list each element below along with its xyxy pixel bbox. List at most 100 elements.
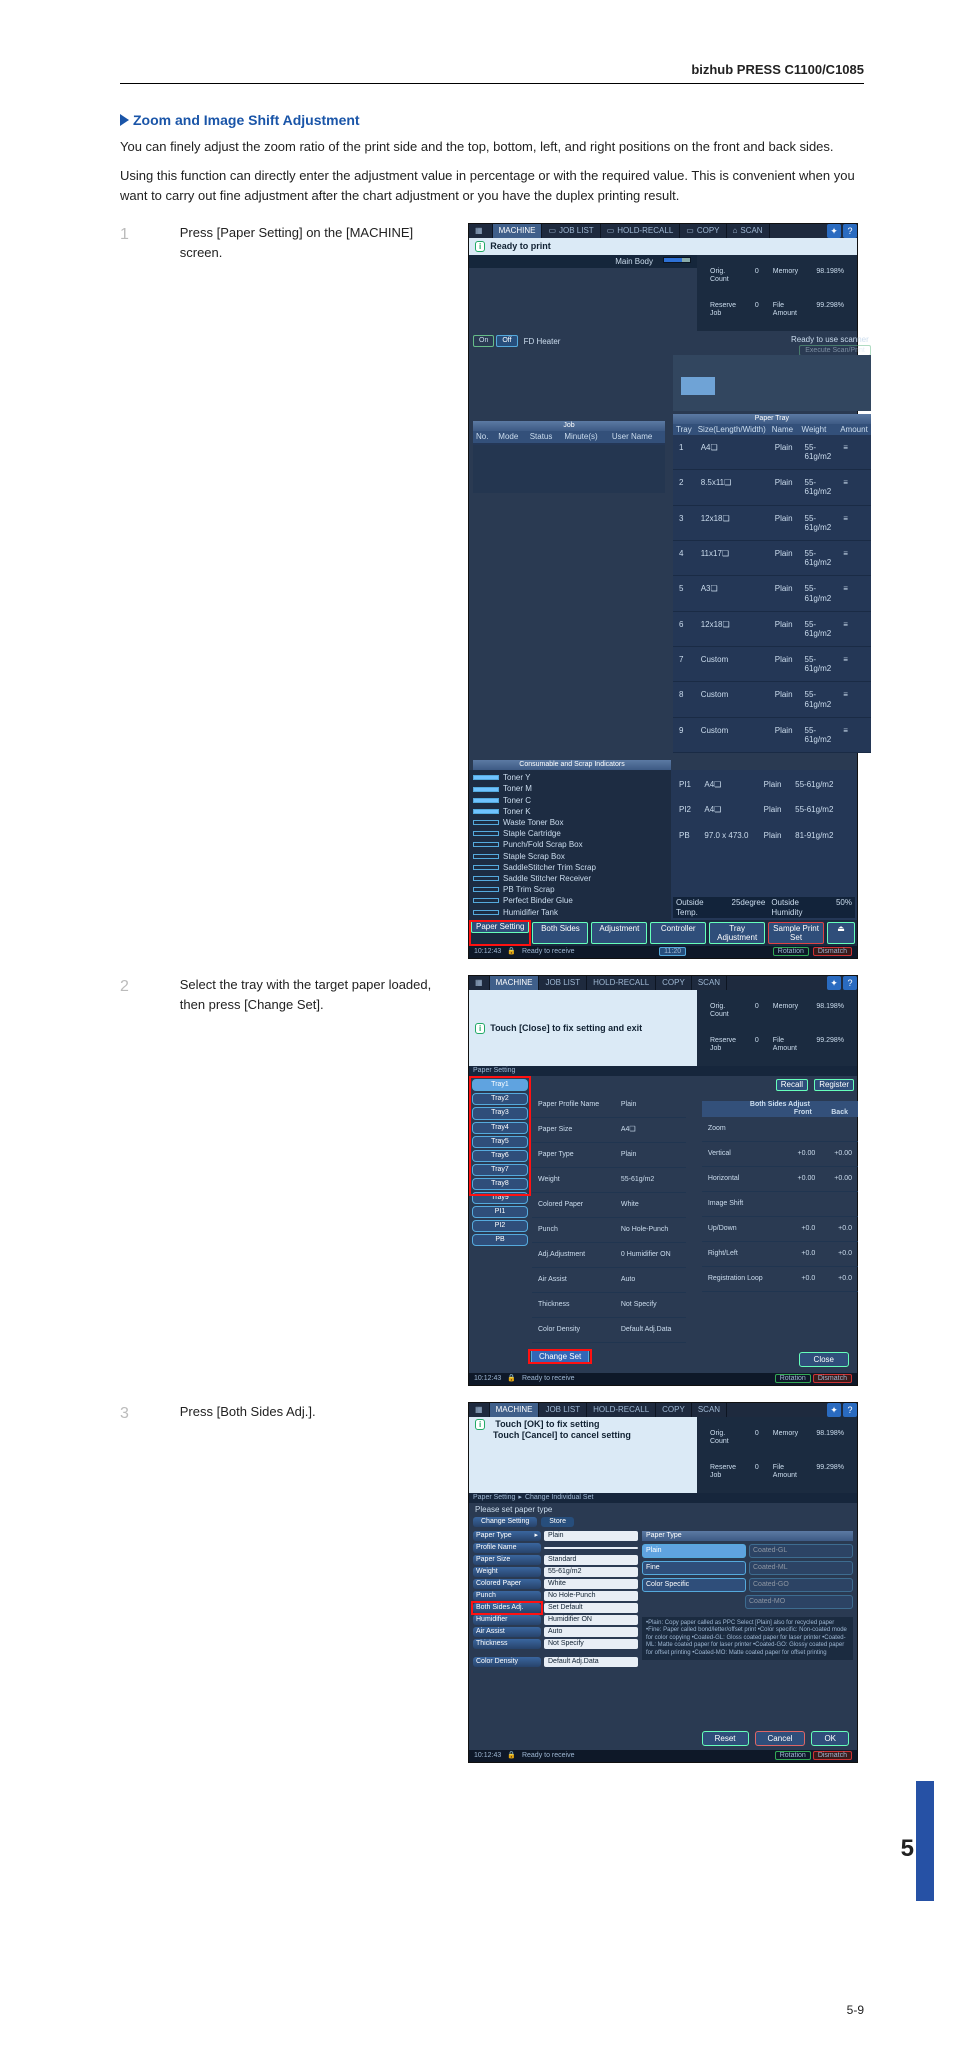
table-row[interactable]: 9CustomPlain55-61g/m2≡ xyxy=(673,717,871,752)
paper-type-option[interactable]: Coated-ML xyxy=(749,1561,853,1575)
eject-button[interactable]: ⏏ xyxy=(827,922,855,944)
tab-copy[interactable]: COPY xyxy=(656,976,692,990)
paper-size-button[interactable]: Paper Size xyxy=(473,1555,541,1565)
tab-joblist[interactable]: JOB LIST xyxy=(539,976,587,990)
apps-icon[interactable]: ▦ xyxy=(469,224,493,238)
access-icon[interactable]: ✦ xyxy=(827,1403,841,1417)
paper-type-option[interactable]: Fine xyxy=(642,1561,746,1575)
paper-type-option[interactable]: Coated-GO xyxy=(749,1578,853,1592)
register-button[interactable]: Register xyxy=(814,1079,854,1090)
tab-joblist[interactable]: ▭JOB LIST xyxy=(542,224,600,238)
weight-button[interactable]: Weight xyxy=(473,1567,541,1577)
tab-copy[interactable]: ▭COPY xyxy=(680,224,726,238)
tab-scan[interactable]: ⌂SCAN xyxy=(727,224,770,238)
breadcrumb: Paper Setting xyxy=(469,1066,857,1076)
close-button[interactable]: Close xyxy=(799,1352,849,1367)
reset-button[interactable]: Reset xyxy=(702,1731,749,1746)
heater-on-button[interactable]: On xyxy=(473,335,494,347)
tray-button[interactable]: Tray9 xyxy=(472,1192,528,1204)
paper-type-option[interactable]: Coated-GL xyxy=(749,1544,853,1558)
supply-label: Toner M xyxy=(503,784,532,793)
adjustment-button[interactable]: Adjustment xyxy=(591,922,647,944)
sample-print-button[interactable]: Sample Print Set xyxy=(768,922,824,944)
l: Orig. Count xyxy=(704,1422,747,1454)
table-row: Right/Left+0.0+0.0 xyxy=(702,1241,858,1266)
table-row[interactable]: 8CustomPlain55-61g/m2≡ xyxy=(673,682,871,717)
tray-button[interactable]: Tray4 xyxy=(472,1122,528,1134)
paper-setting-button[interactable]: Paper Setting xyxy=(471,920,529,933)
l: Memory xyxy=(767,995,809,1027)
tab-copy[interactable]: COPY xyxy=(656,1403,692,1417)
paper-type-option[interactable]: Coated-MO xyxy=(745,1595,853,1609)
tray-button[interactable]: Tray6 xyxy=(472,1150,528,1162)
page-number: 5-9 xyxy=(120,2001,864,2019)
tray-detail: Recall Register Paper Profile NamePlain … xyxy=(532,1079,854,1343)
tab-machine[interactable]: MACHINE xyxy=(490,976,540,990)
tab-recall[interactable]: ▭HOLD-RECALL xyxy=(601,224,681,238)
table-row[interactable]: 7CustomPlain55-61g/m2≡ xyxy=(673,647,871,682)
recall-button[interactable]: Recall xyxy=(776,1079,808,1090)
controller-button[interactable]: Controller xyxy=(650,922,706,944)
tray-button[interactable]: PI1 xyxy=(472,1206,528,1218)
colored-paper-button[interactable]: Colored Paper xyxy=(473,1579,541,1589)
paper-type-option[interactable]: Plain xyxy=(642,1544,746,1558)
color-density-button[interactable]: Color Density xyxy=(473,1657,541,1667)
tab-label: JOB LIST xyxy=(545,978,580,987)
both-sides-adj-button[interactable]: Both Sides Adj. xyxy=(473,1603,541,1613)
access-icon[interactable]: ✦ xyxy=(827,224,841,238)
punch-button[interactable]: Punch xyxy=(473,1591,541,1601)
table-row[interactable]: 5A3❏Plain55-61g/m2≡ xyxy=(673,576,871,611)
table-row[interactable]: 312x18❏Plain55-61g/m2≡ xyxy=(673,505,871,540)
tray-button[interactable]: Tray5 xyxy=(472,1136,528,1148)
tab-recall[interactable]: HOLD-RECALL xyxy=(587,1403,656,1417)
tray-adj-button[interactable]: Tray Adjustment xyxy=(709,922,765,944)
tray-button[interactable]: PB xyxy=(472,1234,528,1246)
help-icon[interactable]: ? xyxy=(843,1403,857,1417)
table-row[interactable]: 1A4❏Plain55-61g/m2≡ xyxy=(673,435,871,470)
setting-list: Paper Type▸Plain Profile Name Paper Size… xyxy=(473,1531,638,1723)
table-row[interactable]: 28.5x11❏Plain55-61g/m2≡ xyxy=(673,470,871,505)
humidifier-button[interactable]: Humidifier xyxy=(473,1615,541,1625)
v: Standard xyxy=(544,1555,638,1565)
supply-label: Staple Scrap Box xyxy=(503,852,565,861)
tray-button[interactable]: Tray3 xyxy=(472,1107,528,1119)
heater-off-button[interactable]: Off xyxy=(496,335,517,347)
ok-button[interactable]: OK xyxy=(811,1731,849,1746)
air-assist-button[interactable]: Air Assist xyxy=(473,1627,541,1637)
page-chapter-number: 5 xyxy=(901,1831,914,1867)
apps-icon[interactable]: ▦ xyxy=(469,1403,490,1417)
tab-machine[interactable]: MACHINE xyxy=(493,224,543,238)
time-button[interactable]: 11:20 xyxy=(659,947,686,956)
tab-scan[interactable]: SCAN xyxy=(692,976,727,990)
thickness-button[interactable]: Thickness xyxy=(473,1639,541,1649)
access-icon[interactable]: ✦ xyxy=(827,976,841,990)
clock-time: 10:12:43 xyxy=(474,1752,501,1760)
both-sides-button[interactable]: Both Sides xyxy=(532,922,588,944)
tab-scan[interactable]: SCAN xyxy=(692,1403,727,1417)
store-button[interactable]: Store xyxy=(541,1517,574,1527)
help-icon[interactable]: ? xyxy=(843,224,857,238)
tray-button[interactable]: Tray7 xyxy=(472,1164,528,1176)
change-setting-button[interactable]: Change Setting xyxy=(473,1517,537,1527)
cancel-button[interactable]: Cancel xyxy=(755,1731,806,1746)
help-icon[interactable]: ? xyxy=(843,976,857,990)
paper-type-button[interactable]: Paper Type▸ xyxy=(473,1531,541,1541)
tray-button[interactable]: Tray8 xyxy=(472,1178,528,1190)
tab-bar: ▦ MACHINE JOB LIST HOLD-RECALL COPY SCAN… xyxy=(469,1403,857,1417)
tab-recall[interactable]: HOLD-RECALL xyxy=(587,976,656,990)
profile-name-button[interactable]: Profile Name xyxy=(473,1543,541,1553)
table-row: Image Shift xyxy=(702,1191,858,1216)
table-row[interactable]: 411x17❏Plain55-61g/m2≡ xyxy=(673,540,871,575)
tray-button[interactable]: Tray2 xyxy=(472,1093,528,1105)
paper-type-header: Paper Type xyxy=(642,1531,853,1541)
tray-button[interactable]: Tray1 xyxy=(472,1079,528,1091)
tray-button[interactable]: PI2 xyxy=(472,1220,528,1232)
table-row[interactable]: 612x18❏Plain55-61g/m2≡ xyxy=(673,611,871,646)
table-row: PI1A4❏Plain55-61g/m2 xyxy=(673,772,855,797)
tab-joblist[interactable]: JOB LIST xyxy=(539,1403,587,1417)
apps-icon[interactable]: ▦ xyxy=(469,976,490,990)
paper-type-option[interactable]: Color Specific xyxy=(642,1578,746,1592)
tab-machine[interactable]: MACHINE xyxy=(490,1403,540,1417)
tab-scan-label: SCAN xyxy=(740,226,762,235)
change-set-button[interactable]: Change Set xyxy=(531,1349,589,1364)
